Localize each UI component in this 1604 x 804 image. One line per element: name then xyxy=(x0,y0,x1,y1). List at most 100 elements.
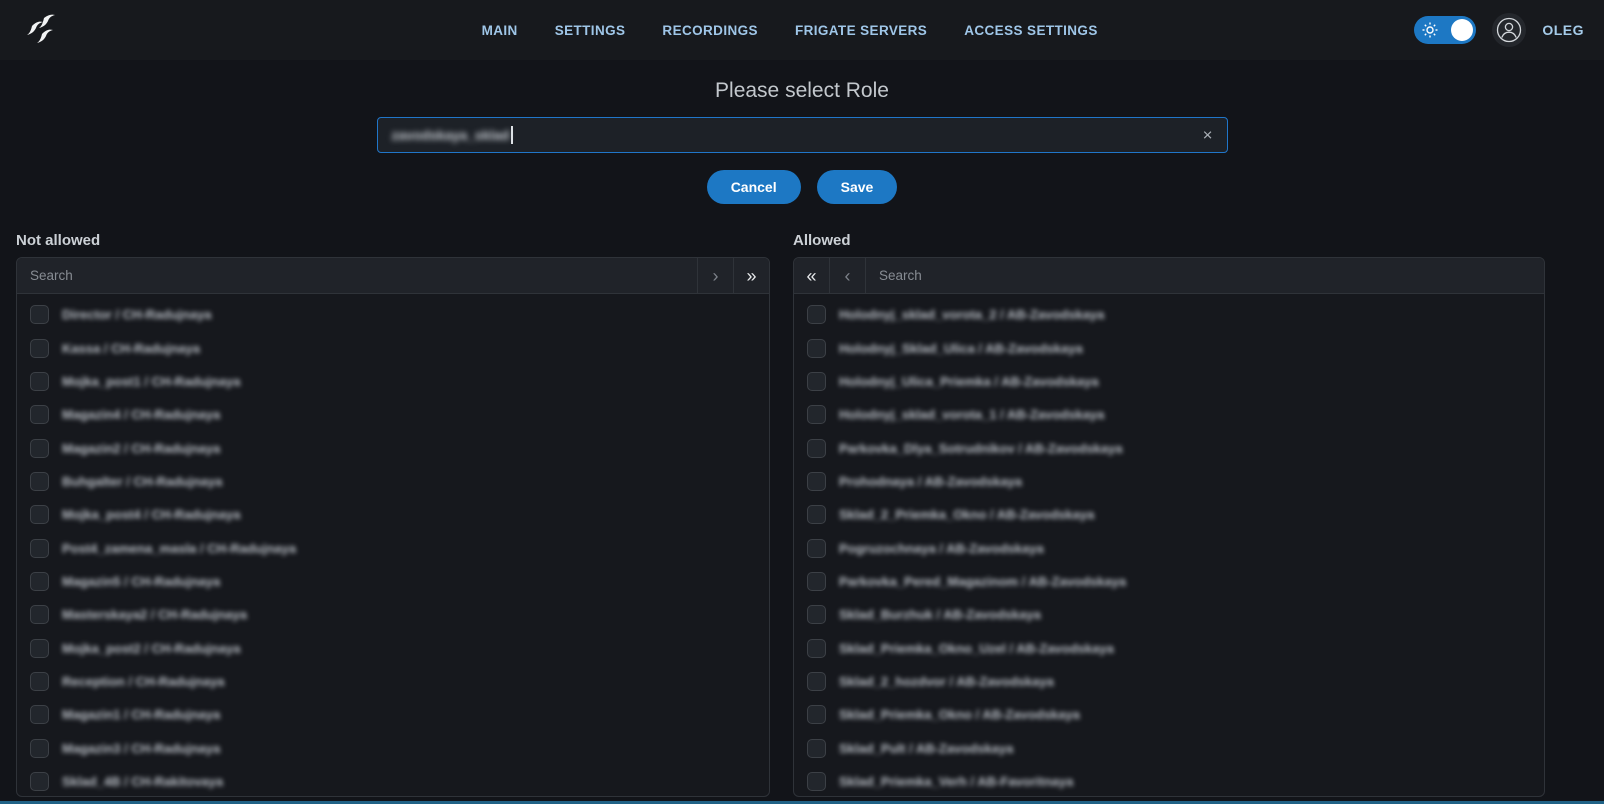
item-label: Holodnyj_sklad_vorota_1 / AB-Zavodskaya xyxy=(839,407,1104,422)
not-allowed-panel: › » Director / CH-Radujnaya Kassa / CH-Ra… xyxy=(16,257,770,797)
item-checkbox[interactable] xyxy=(30,372,49,391)
dialog-actions: Cancel Save xyxy=(0,170,1604,204)
clear-input-icon[interactable]: × xyxy=(1199,125,1217,146)
nav-access-settings[interactable]: ACCESS SETTINGS xyxy=(964,23,1098,38)
list-item[interactable]: Parkovka_Pered_Magazinom / AB-Zavodskaya xyxy=(794,565,1544,598)
item-checkbox[interactable] xyxy=(30,539,49,558)
nav-main[interactable]: MAIN xyxy=(482,23,518,38)
list-item[interactable]: Mojka_post4 / CH-Radujnaya xyxy=(17,498,769,531)
not-allowed-toolbar: › » xyxy=(17,258,769,294)
item-checkbox[interactable] xyxy=(807,772,826,791)
item-checkbox[interactable] xyxy=(30,339,49,358)
list-item[interactable]: Sklad_Priemka_Verh / AB-Favoritnaya xyxy=(794,765,1544,796)
item-label: Sklad_Burzhuk / AB-Zavodskaya xyxy=(839,607,1041,622)
username[interactable]: OLEG xyxy=(1542,22,1584,38)
nav-frigate-servers[interactable]: FRIGATE SERVERS xyxy=(795,23,927,38)
list-item[interactable]: Sklad_2_Priemka_Okno / AB-Zavodskaya xyxy=(794,498,1544,531)
item-label: Sklad_4B / CH-Rakitovaya xyxy=(62,774,223,789)
main-nav: MAIN SETTINGS RECORDINGS FRIGATE SERVERS… xyxy=(482,0,1098,60)
not-allowed-column: Not allowed › » Director / CH-Radujnaya K… xyxy=(16,232,770,797)
item-checkbox[interactable] xyxy=(30,305,49,324)
list-item[interactable]: Magazin1 / CH-Radujnaya xyxy=(17,698,769,731)
item-checkbox[interactable] xyxy=(807,405,826,424)
allowed-title: Allowed xyxy=(793,232,1545,249)
item-checkbox[interactable] xyxy=(807,472,826,491)
item-checkbox[interactable] xyxy=(807,739,826,758)
item-label: Holodnyj_Sklad_Ulica / AB-Zavodskaya xyxy=(839,341,1083,356)
nav-recordings[interactable]: RECORDINGS xyxy=(662,23,758,38)
item-checkbox[interactable] xyxy=(807,339,826,358)
item-checkbox[interactable] xyxy=(30,505,49,524)
list-item[interactable]: Sklad_Pult / AB-Zavodskaya xyxy=(794,731,1544,764)
not-allowed-search-input[interactable] xyxy=(17,258,697,293)
item-label: Sklad_2_Priemka_Okno / AB-Zavodskaya xyxy=(839,507,1094,522)
list-item[interactable]: Sklad_4B / CH-Rakitovaya xyxy=(17,765,769,796)
list-item[interactable]: Sklad_Priemka_Okno_Uzel / AB-Zavodskaya xyxy=(794,631,1544,664)
list-item[interactable]: Holodnyj_Ulica_Priemka / AB-Zavodskaya xyxy=(794,365,1544,398)
list-item[interactable]: Magazin4 / CH-Radujnaya xyxy=(17,398,769,431)
allowed-search-input[interactable] xyxy=(866,258,1544,293)
item-label: Holodnyj_Ulica_Priemka / AB-Zavodskaya xyxy=(839,374,1099,389)
not-allowed-title: Not allowed xyxy=(16,232,770,249)
list-item[interactable]: Sklad_Burzhuk / AB-Zavodskaya xyxy=(794,598,1544,631)
item-label: Parkovka_Pered_Magazinom / AB-Zavodskaya xyxy=(839,574,1126,589)
theme-toggle[interactable] xyxy=(1414,16,1476,44)
item-checkbox[interactable] xyxy=(30,439,49,458)
list-item[interactable]: Reception / CH-Radujnaya xyxy=(17,665,769,698)
item-checkbox[interactable] xyxy=(807,605,826,624)
item-label: Magazin4 / CH-Radujnaya xyxy=(62,407,220,422)
list-item[interactable]: Sklad_2_hozdvor / AB-Zavodskaya xyxy=(794,665,1544,698)
item-checkbox[interactable] xyxy=(30,572,49,591)
item-checkbox[interactable] xyxy=(30,405,49,424)
item-checkbox[interactable] xyxy=(30,705,49,724)
item-label: Kassa / CH-Radujnaya xyxy=(62,341,200,356)
allowed-toolbar: « ‹ xyxy=(794,258,1544,294)
item-label: Parkovka_Dlya_Sotrudnikov / AB-Zavodskay… xyxy=(839,441,1122,456)
app-logo-birds-icon[interactable] xyxy=(20,8,64,52)
list-item[interactable]: Buhgalter / CH-Radujnaya xyxy=(17,465,769,498)
list-item[interactable]: Mojka_post1 / CH-Radujnaya xyxy=(17,365,769,398)
item-checkbox[interactable] xyxy=(30,639,49,658)
list-item[interactable]: Mojka_post2 / CH-Radujnaya xyxy=(17,631,769,664)
list-item[interactable]: Magazin3 / CH-Radujnaya xyxy=(17,731,769,764)
item-checkbox[interactable] xyxy=(807,672,826,691)
user-avatar-icon[interactable] xyxy=(1492,13,1526,47)
item-checkbox[interactable] xyxy=(30,472,49,491)
list-item[interactable]: Director / CH-Radujnaya xyxy=(17,298,769,331)
item-checkbox[interactable] xyxy=(30,672,49,691)
item-checkbox[interactable] xyxy=(807,639,826,658)
item-checkbox[interactable] xyxy=(807,505,826,524)
item-checkbox[interactable] xyxy=(807,372,826,391)
cancel-button[interactable]: Cancel xyxy=(707,170,801,204)
list-item[interactable]: Holodnyj_sklad_vorota_2 / AB-Zavodskaya xyxy=(794,298,1544,331)
item-label: Sklad_2_hozdvor / AB-Zavodskaya xyxy=(839,674,1054,689)
list-item[interactable]: Magazin2 / CH-Radujnaya xyxy=(17,431,769,464)
move-all-left-icon[interactable]: « xyxy=(794,258,830,293)
nav-settings[interactable]: SETTINGS xyxy=(555,23,626,38)
list-item[interactable]: Sklad_Priemka_Okno / AB-Zavodskaya xyxy=(794,698,1544,731)
item-checkbox[interactable] xyxy=(30,739,49,758)
item-checkbox[interactable] xyxy=(807,705,826,724)
list-item[interactable]: Magazin5 / CH-Radujnaya xyxy=(17,565,769,598)
move-left-icon[interactable]: ‹ xyxy=(830,258,866,293)
item-checkbox[interactable] xyxy=(807,439,826,458)
list-item[interactable]: Holodnyj_Sklad_Ulica / AB-Zavodskaya xyxy=(794,331,1544,364)
list-item[interactable]: Kassa / CH-Radujnaya xyxy=(17,331,769,364)
list-item[interactable]: Prohodnaya / AB-Zavodskaya xyxy=(794,465,1544,498)
list-item[interactable]: Holodnyj_sklad_vorota_1 / AB-Zavodskaya xyxy=(794,398,1544,431)
item-checkbox[interactable] xyxy=(807,539,826,558)
move-right-icon[interactable]: › xyxy=(697,258,733,293)
move-all-right-icon[interactable]: » xyxy=(733,258,769,293)
item-label: Post4_zamena_masla / CH-Radujnaya xyxy=(62,541,296,556)
item-checkbox[interactable] xyxy=(807,305,826,324)
item-checkbox[interactable] xyxy=(30,605,49,624)
role-input[interactable]: zavodskaya_sklad × xyxy=(377,117,1228,153)
save-button[interactable]: Save xyxy=(817,170,898,204)
list-item[interactable]: Masterskaya2 / CH-Radujnaya xyxy=(17,598,769,631)
item-checkbox[interactable] xyxy=(807,572,826,591)
allowed-panel: « ‹ Holodnyj_sklad_vorota_2 / AB-Zavodsk… xyxy=(793,257,1545,797)
list-item[interactable]: Parkovka_Dlya_Sotrudnikov / AB-Zavodskay… xyxy=(794,431,1544,464)
item-checkbox[interactable] xyxy=(30,772,49,791)
list-item[interactable]: Pogruzochnaya / AB-Zavodskaya xyxy=(794,531,1544,564)
list-item[interactable]: Post4_zamena_masla / CH-Radujnaya xyxy=(17,531,769,564)
